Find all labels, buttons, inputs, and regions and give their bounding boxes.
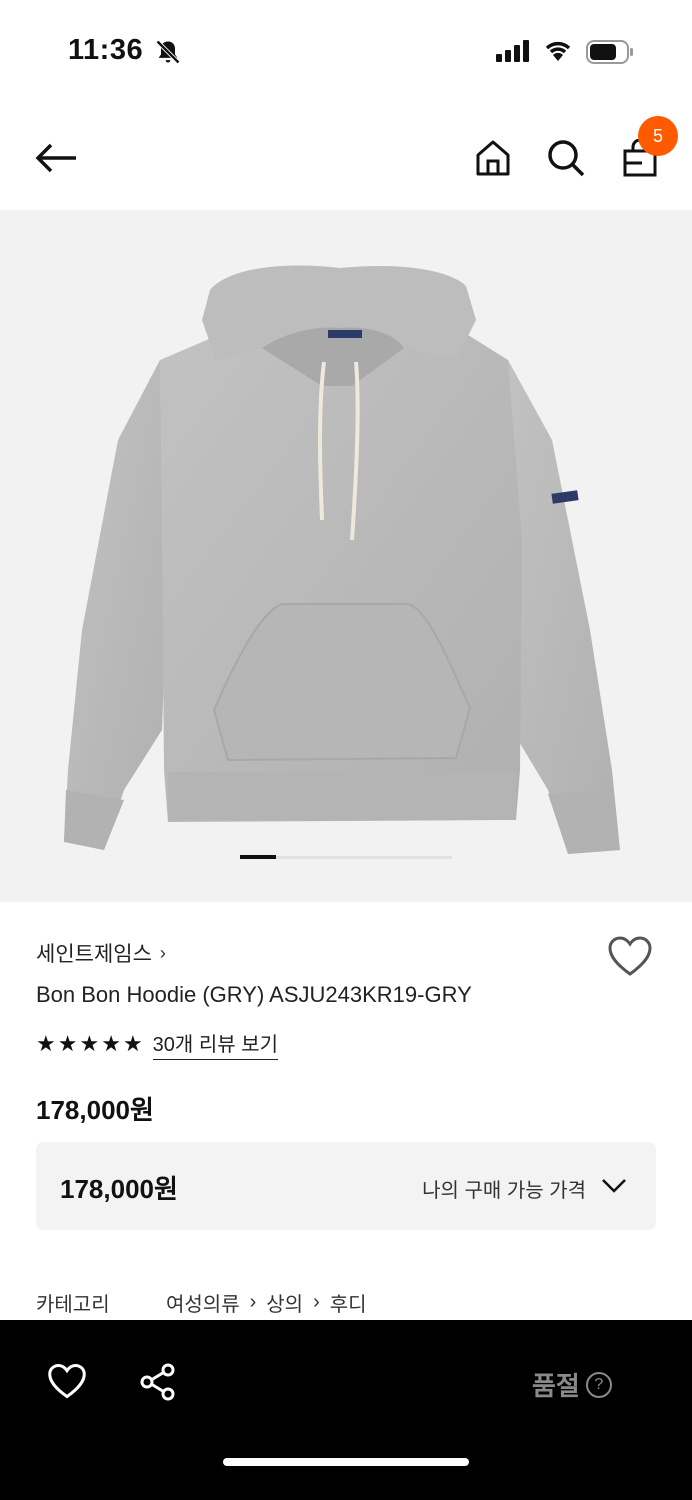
bell-muted-icon	[156, 40, 180, 64]
cart-count-badge: 5	[638, 116, 678, 156]
bottom-wishlist-button[interactable]	[46, 1362, 88, 1405]
back-arrow-icon	[35, 143, 76, 173]
carousel-progress-track	[240, 855, 452, 859]
category-row: 카테고리 여성의류 › 상의 › 후디	[36, 1288, 367, 1317]
star-icon: ★	[57, 1031, 78, 1056]
chevron-right-icon: ›	[159, 942, 166, 963]
category-link[interactable]: 여성의류	[166, 1288, 240, 1317]
heart-icon	[608, 936, 652, 976]
status-bar: 11:36	[0, 0, 692, 100]
search-button[interactable]	[538, 130, 594, 186]
home-button[interactable]	[465, 130, 521, 186]
top-nav-bar	[0, 100, 692, 210]
my-price-label: 나의 구매 가능 가격	[422, 1180, 586, 1202]
share-icon	[140, 1363, 175, 1401]
help-icon[interactable]: ?	[585, 1371, 612, 1398]
wishlist-button[interactable]	[606, 934, 654, 983]
star-rating: ★ ★ ★ ★ ★	[36, 1031, 143, 1057]
category-breadcrumb: 여성의류 › 상의 › 후디	[166, 1288, 367, 1317]
view-reviews-link[interactable]: 30개 리뷰 보기	[152, 1028, 279, 1060]
rating-row: ★ ★ ★ ★ ★ 30개 리뷰 보기	[36, 1028, 279, 1060]
back-button[interactable]	[28, 130, 84, 186]
soldout-label: 품절	[532, 1371, 580, 1401]
brand-link[interactable]: 세인트제임스 ›	[36, 938, 166, 968]
chevron-down-icon	[602, 1179, 626, 1193]
cellular-signal-icon	[496, 40, 529, 62]
share-button[interactable]	[138, 1362, 178, 1407]
home-indicator	[223, 1458, 469, 1466]
product-price: 178,000원	[36, 1095, 154, 1125]
star-icon: ★	[122, 1031, 143, 1056]
my-price-dropdown[interactable]: 178,000원 나의 구매 가능 가격	[36, 1142, 656, 1230]
wifi-icon	[545, 41, 571, 61]
star-icon: ★	[36, 1031, 56, 1056]
category-label: 카테고리	[36, 1294, 110, 1316]
battery-icon	[586, 40, 633, 64]
hoodie-product-image	[64, 265, 620, 854]
search-icon	[548, 140, 585, 177]
star-icon: ★	[79, 1031, 100, 1056]
my-price-value: 178,000원	[60, 1174, 178, 1204]
chevron-right-icon: ›	[249, 1291, 257, 1313]
product-name: Bon Bon Hoodie (GRY) ASJU243KR19-GRY	[36, 982, 472, 1007]
category-link[interactable]: 상의	[266, 1288, 303, 1317]
soldout-status: 품절 ?	[532, 1366, 612, 1403]
brand-name: 세인트제임스	[36, 943, 152, 966]
category-link[interactable]: 후디	[330, 1288, 367, 1317]
carousel-progress-indicator	[240, 855, 276, 859]
bottom-action-bar: 품절 ?	[0, 1320, 692, 1500]
product-image-carousel[interactable]	[0, 210, 692, 902]
chevron-right-icon: ›	[313, 1291, 320, 1313]
home-icon	[476, 140, 510, 176]
status-time: 11:36	[68, 34, 144, 66]
heart-icon	[48, 1363, 86, 1399]
star-icon: ★	[101, 1031, 121, 1056]
